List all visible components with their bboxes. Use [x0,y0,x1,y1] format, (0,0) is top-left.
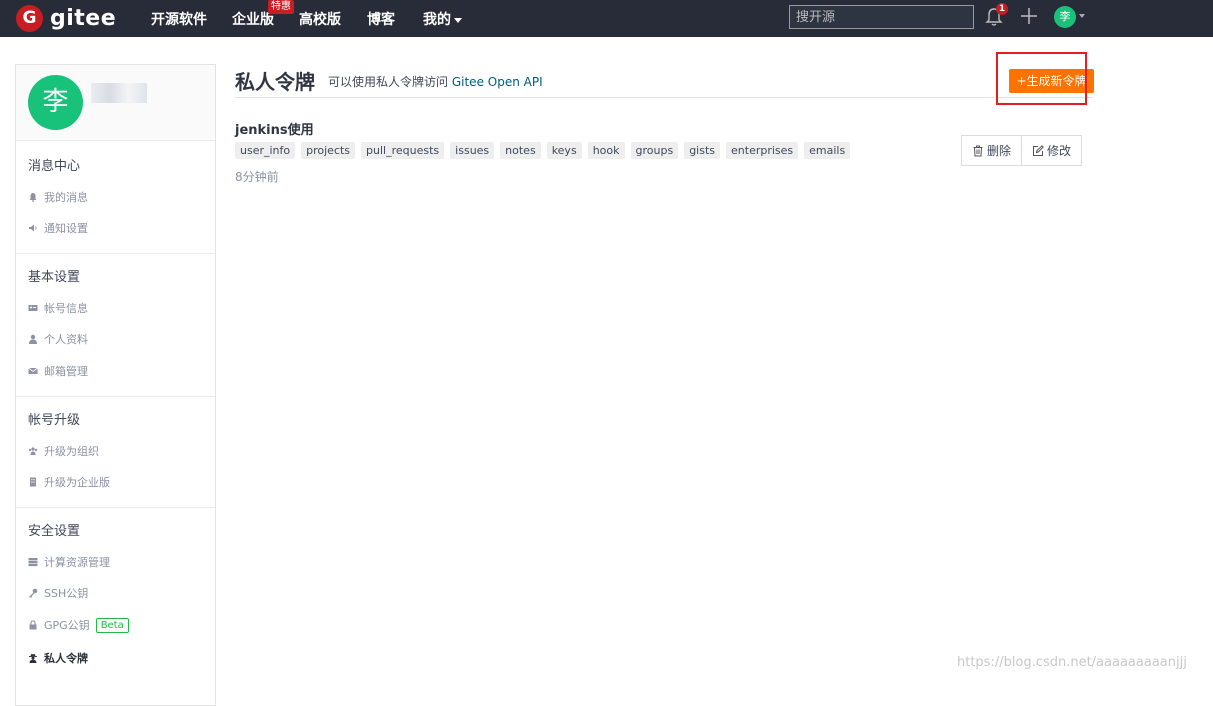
search-input[interactable] [789,5,974,29]
sidebar-item-compute-resources[interactable]: 计算资源管理 [28,554,110,570]
scope-tag: gists [684,142,721,159]
bell-icon [29,193,37,202]
plus-icon[interactable] [1019,6,1039,26]
notification-count-badge: 1 [996,3,1008,15]
scope-tag: emails [804,142,851,159]
page-subtitle: 可以使用私人令牌访问 Gitee Open API [328,73,543,90]
scope-tag: notes [500,142,541,159]
nav-blog[interactable]: 博客 [367,9,395,29]
delete-label: 删除 [987,144,1012,158]
page-title: 私人令牌 [235,70,315,94]
sidebar-item-label: 邮箱管理 [44,365,88,378]
speaker-icon [29,224,37,232]
section-title-messages: 消息中心 [28,159,81,174]
gitee-logo[interactable]: G gitee [16,4,116,32]
sidebar-item-gpg-keys[interactable]: GPG公钥 Beta [28,617,129,633]
scope-tag: projects [301,142,356,159]
sidebar-item-email[interactable]: 邮箱管理 [28,363,88,379]
edit-icon [1033,144,1044,156]
section-title-upgrade: 帐号升级 [28,413,81,428]
users-icon [28,447,38,455]
token-actions: 删除 修改 [961,135,1083,166]
sidebar-item-label: 计算资源管理 [44,556,110,569]
token-created-time: 8分钟前 [235,170,279,184]
open-api-link[interactable]: Gitee Open API [452,75,543,89]
sidebar-item-label: 私人令牌 [44,652,88,665]
edit-label: 修改 [1047,144,1072,158]
sidebar-item-profile[interactable]: 个人资料 [28,331,88,347]
nav-open-source[interactable]: 开源软件 [151,9,207,29]
scope-tag: pull_requests [361,142,445,159]
avatar-chevron-down-icon[interactable] [1079,14,1085,18]
sidebar-item-label: 升级为企业版 [44,476,110,489]
top-navbar: G gitee 开源软件 企业版 特惠 高校版 博客 我的 1 李 [0,0,1213,37]
token-scopes: user_info projects pull_requests issues … [235,142,851,159]
title-divider [235,97,1093,98]
key-icon [29,588,38,598]
sidebar-item-my-messages[interactable]: 我的消息 [28,189,88,205]
section-divider [16,396,215,397]
envelope-icon [28,367,38,374]
sidebar-item-label: 我的消息 [44,191,88,204]
scope-tag: hook [587,142,625,159]
scope-tag: enterprises [726,142,799,159]
sidebar-item-ssh-keys[interactable]: SSH公钥 [28,585,88,601]
section-title-basic: 基本设置 [28,270,81,285]
sidebar-item-private-tokens[interactable]: 私人令牌 [28,650,88,666]
trash-icon [973,145,983,156]
chevron-down-icon [454,17,462,23]
generate-new-token-button[interactable]: +生成新令牌 [1009,69,1094,93]
blurred-username [91,83,147,103]
enterprise-promo-badge: 特惠 [268,0,294,14]
sidebar-item-upgrade-org[interactable]: 升级为组织 [28,443,99,459]
sidebar-item-label: GPG公钥 [44,619,90,632]
sidebar-item-upgrade-enterprise[interactable]: 升级为企业版 [28,474,110,490]
scope-tag: user_info [235,142,296,159]
section-divider [16,507,215,508]
scope-tag: groups [630,142,679,159]
watermark-text: https://blog.csdn.net/aaaaaaaaanjjj [957,655,1187,670]
user-avatar[interactable]: 李 [1054,6,1076,28]
user-secret-icon [29,653,37,663]
gitee-logo-icon: G [16,4,43,32]
settings-sidebar: 李 消息中心 我的消息 通知设置 基本设置 帐号信息 个人资料 邮箱管理 帐号升… [15,64,216,706]
sidebar-item-account-info[interactable]: 帐号信息 [28,300,88,316]
server-icon [28,558,38,567]
token-name: jenkins使用 [235,123,314,138]
sidebar-item-label: 通知设置 [44,222,88,235]
section-title-security: 安全设置 [28,524,81,539]
profile-avatar[interactable]: 李 [28,75,83,130]
sidebar-item-label: 个人资料 [44,333,88,346]
nav-education[interactable]: 高校版 [299,9,341,29]
sidebar-item-label: 帐号信息 [44,302,88,315]
lock-icon [29,620,37,630]
edit-token-button[interactable]: 修改 [1022,135,1083,166]
sidebar-item-label: SSH公钥 [44,587,89,600]
delete-token-button[interactable]: 删除 [961,135,1023,166]
id-card-icon [28,305,38,311]
logo-text: gitee [50,5,117,31]
beta-badge: Beta [95,617,129,633]
nav-mine-label: 我的 [423,12,451,28]
nav-mine[interactable]: 我的 [423,9,462,29]
section-divider [16,253,215,254]
building-icon [30,477,36,487]
profile-card: 李 [16,65,215,141]
scope-tag: keys [546,142,582,159]
sidebar-item-notification-settings[interactable]: 通知设置 [28,220,88,236]
page-subtitle-text: 可以使用私人令牌访问 [328,75,449,89]
sidebar-item-label: 升级为组织 [44,445,99,458]
user-icon [29,334,37,344]
scope-tag: issues [450,142,495,159]
